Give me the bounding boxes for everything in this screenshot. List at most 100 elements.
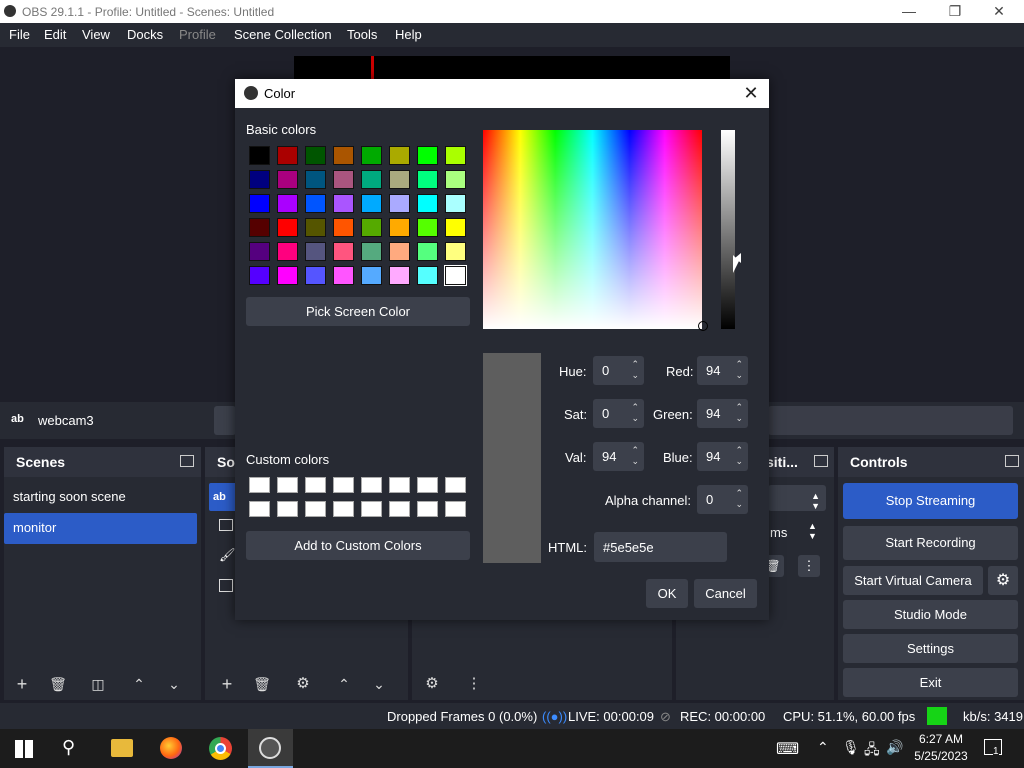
custom-color-swatch[interactable] [333,477,354,493]
basic-color-swatch[interactable] [249,170,270,189]
custom-color-swatch[interactable] [361,477,382,493]
move-scene-up-button[interactable]: ⌃ [127,672,151,696]
basic-color-swatch[interactable] [333,242,354,261]
custom-color-swatch[interactable] [389,501,410,517]
duration-spin-arrows[interactable]: ▲ ▼ [808,521,817,541]
close-icon[interactable]: ✕ [741,83,761,104]
basic-color-swatch[interactable] [333,218,354,237]
spin-down-icon[interactable]: ⌄ [631,370,639,381]
basic-color-swatch[interactable] [361,266,382,285]
scene-item[interactable]: starting soon scene [13,489,126,504]
menu-docks[interactable]: Docks [127,27,163,42]
spin-down-icon[interactable]: ⌄ [735,413,743,424]
basic-color-swatch[interactable] [417,194,438,213]
spin-up-icon[interactable]: ⌃ [631,359,639,370]
basic-color-swatch[interactable] [305,146,326,165]
spin-up-icon[interactable]: ⌃ [735,402,743,413]
remove-scene-button[interactable]: 🗑 [46,672,70,696]
basic-color-swatch[interactable] [417,266,438,285]
hue-spinbox[interactable]: 0 ⌃ ⌄ [593,356,644,385]
menu-tools[interactable]: Tools [347,27,377,42]
blue-spinbox[interactable]: 94 ⌃ ⌄ [697,442,748,471]
basic-color-swatch[interactable] [417,170,438,189]
transition-select[interactable]: ▲ ▼ [768,485,826,511]
menu-file[interactable]: File [9,27,30,42]
program-preview[interactable] [294,56,730,81]
basic-color-swatch[interactable] [277,266,298,285]
html-color-input[interactable]: #5e5e5e [594,532,727,562]
basic-color-swatch[interactable] [249,194,270,213]
basic-color-swatch[interactable] [333,146,354,165]
basic-color-swatch[interactable] [333,194,354,213]
basic-color-swatch[interactable] [361,170,382,189]
basic-color-swatch[interactable] [361,242,382,261]
chrome-icon[interactable] [209,737,232,760]
basic-color-swatch[interactable] [445,242,466,261]
basic-color-swatch[interactable] [444,265,467,286]
studio-mode-button[interactable]: Studio Mode [843,600,1018,629]
firefox-icon[interactable] [160,737,182,759]
stop-streaming-button[interactable]: Stop Streaming [843,483,1018,519]
basic-color-swatch[interactable] [445,170,466,189]
undock-icon[interactable] [814,455,828,467]
microphone-icon[interactable]: 🎙 [842,739,860,756]
custom-color-swatch[interactable] [249,501,270,517]
basic-color-swatch[interactable] [361,146,382,165]
sat-spinbox[interactable]: 0 ⌃ ⌄ [593,399,644,428]
basic-color-swatch[interactable] [249,242,270,261]
hue-saturation-picker[interactable] [483,130,702,329]
basic-color-swatch[interactable] [445,218,466,237]
basic-color-swatch[interactable] [305,266,326,285]
menu-profile[interactable]: Profile [179,27,216,42]
basic-color-swatch[interactable] [445,194,466,213]
volume-icon[interactable]: 🔊 [886,739,903,756]
mixer-settings-button[interactable]: ⚙ [420,672,444,696]
spin-down-icon[interactable]: ⌄ [631,456,639,467]
green-spinbox[interactable]: 94 ⌃ ⌄ [697,399,748,428]
keyboard-icon[interactable]: ⌨ [776,739,799,759]
basic-color-swatch[interactable] [249,218,270,237]
spin-up-icon[interactable]: ⌃ [631,402,639,413]
basic-color-swatch[interactable] [389,146,410,165]
custom-color-swatch[interactable] [333,501,354,517]
basic-color-swatch[interactable] [277,146,298,165]
basic-color-swatch[interactable] [417,242,438,261]
basic-color-swatch[interactable] [277,242,298,261]
custom-color-swatch[interactable] [445,501,466,517]
basic-color-swatch[interactable] [277,194,298,213]
custom-color-swatch[interactable] [305,501,326,517]
spin-up-icon[interactable]: ⌃ [735,445,743,456]
basic-color-swatch[interactable] [305,170,326,189]
search-icon[interactable]: ⚲ [62,737,75,758]
source-properties-button[interactable] [214,406,236,435]
spin-down-icon[interactable]: ⌄ [735,370,743,381]
chevron-up-icon[interactable]: ⌃ [817,739,829,756]
basic-color-swatch[interactable] [249,266,270,285]
exit-button[interactable]: Exit [843,668,1018,697]
spin-up-icon[interactable]: ⌃ [631,445,639,456]
custom-color-swatch[interactable] [361,501,382,517]
network-icon[interactable]: 🖧 [864,739,880,763]
basic-color-swatch[interactable] [333,170,354,189]
basic-color-swatch[interactable] [389,218,410,237]
cancel-button[interactable]: Cancel [694,579,757,608]
undock-icon[interactable] [180,455,194,467]
spin-up-icon[interactable]: ⌃ [735,488,743,499]
menu-help[interactable]: Help [395,27,422,42]
basic-color-swatch[interactable] [361,218,382,237]
move-source-down-button[interactable]: ⌄ [367,672,391,696]
source-filter-field[interactable] [768,406,1013,435]
menu-edit[interactable]: Edit [44,27,66,42]
transition-menu-button[interactable]: ⋮ [798,555,820,577]
custom-color-swatch[interactable] [277,501,298,517]
close-icon[interactable]: ✕ [976,0,1022,23]
custom-color-swatch[interactable] [277,477,298,493]
add-to-custom-colors-button[interactable]: Add to Custom Colors [246,531,470,560]
mixer-menu-button[interactable]: ⋮ [462,672,486,696]
value-slider[interactable] [721,130,735,329]
basic-color-swatch[interactable] [389,194,410,213]
custom-color-swatch[interactable] [417,477,438,493]
start-recording-button[interactable]: Start Recording [843,526,1018,560]
move-source-up-button[interactable]: ⌃ [332,672,356,696]
move-scene-down-button[interactable]: ⌄ [162,672,186,696]
